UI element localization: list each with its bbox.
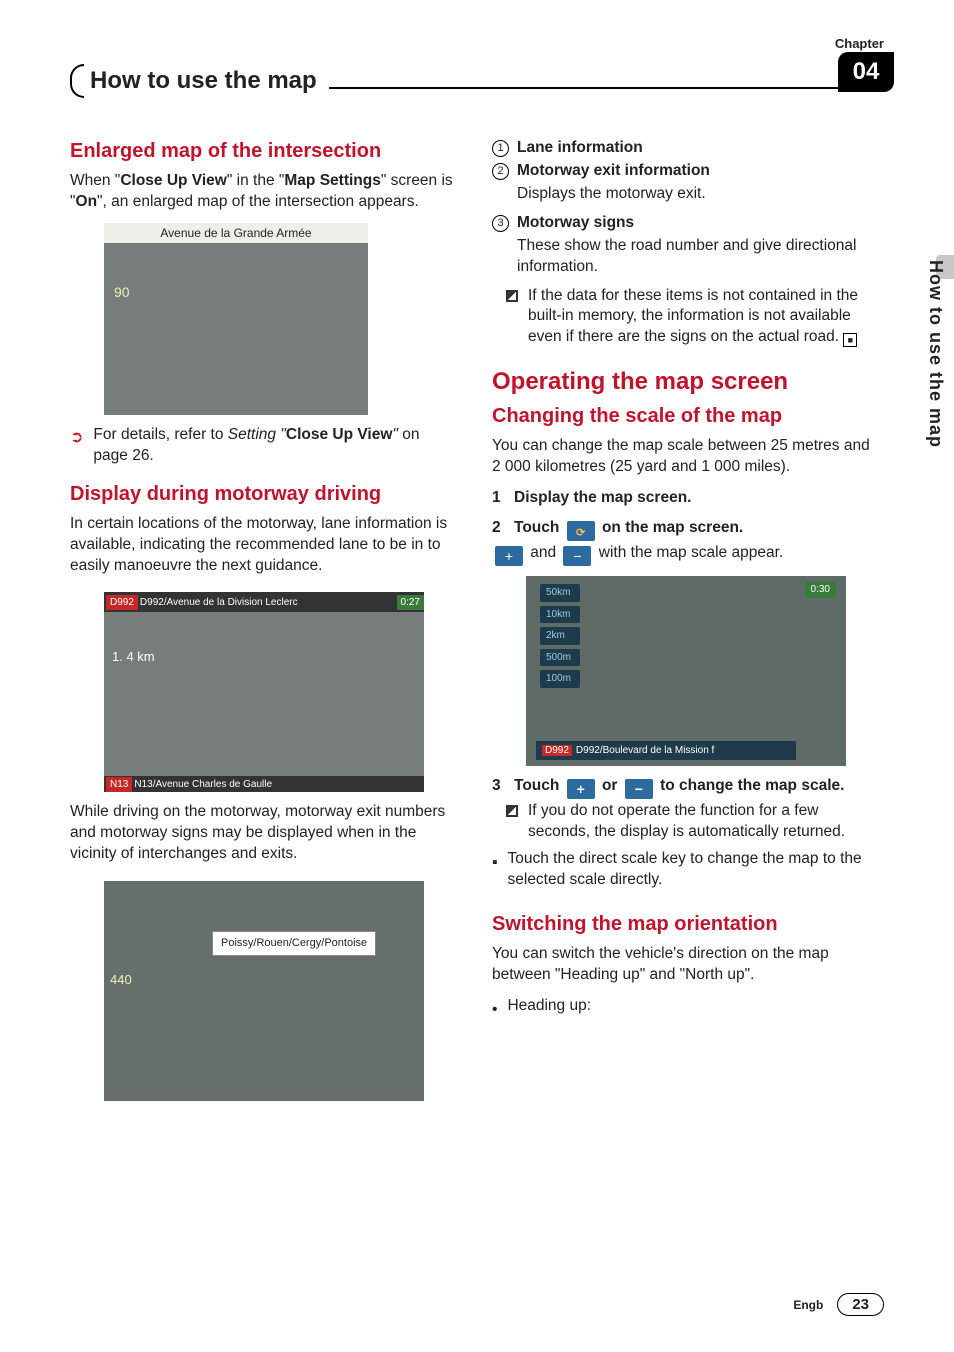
page: Chapter 04 How to use the map How to use… bbox=[0, 0, 954, 1352]
zoom-in-icon bbox=[495, 546, 523, 566]
step-1-text: Display the map screen. bbox=[514, 488, 691, 509]
motorway-map-screenshot-2: Poissy/Rouen/Cergy/Pontoise 440 bbox=[104, 881, 424, 1101]
legend-number-2: 2 bbox=[492, 163, 509, 180]
step-1: 1 Display the map screen. bbox=[492, 488, 878, 509]
zoom-in-icon bbox=[567, 779, 595, 799]
road-badge: D992 bbox=[106, 595, 138, 611]
right-column: 1 Lane information 2 Motorway exit infor… bbox=[492, 138, 878, 1111]
motorway-paragraph-2: While driving on the motorway, motorway … bbox=[70, 802, 456, 865]
page-footer: Engb 23 bbox=[793, 1293, 884, 1316]
step-2-text: Touch on the map screen. bbox=[514, 518, 743, 541]
eta-badge: 0:30 bbox=[805, 582, 836, 598]
motorway-screenshot-2-wrapper: ② ③ Poissy/Rouen/Cergy/Pontoise 440 bbox=[70, 881, 456, 1101]
side-tab-label: How to use the map bbox=[925, 260, 946, 448]
page-number: 23 bbox=[837, 1293, 884, 1316]
note-icon bbox=[506, 290, 518, 302]
motorway-distance: 440 bbox=[110, 971, 132, 989]
header-rule bbox=[329, 87, 884, 89]
motorway-map-screenshot-1: D992 D992/Avenue de la Division Leclerc … bbox=[104, 592, 424, 792]
legend-item-1: 1 Lane information bbox=[492, 138, 878, 159]
bullet-text-1: Touch the direct scale key to change the… bbox=[508, 849, 879, 891]
bullet-icon: ▪ bbox=[492, 853, 498, 891]
note-icon bbox=[506, 805, 518, 817]
section-header: How to use the map bbox=[70, 64, 884, 98]
step-1-number: 1 bbox=[492, 488, 514, 509]
intersection-map-screenshot: Avenue de la Grande Armée 90 bbox=[104, 223, 368, 415]
header-ornament-icon bbox=[70, 64, 84, 98]
changing-scale-paragraph: You can change the map scale between 25 … bbox=[492, 436, 878, 478]
road-name: D992/Avenue de la Division Leclerc bbox=[140, 596, 298, 610]
legend-desc-3: These show the road number and give dire… bbox=[517, 236, 878, 278]
scale-option: 10km bbox=[540, 606, 580, 624]
road-badge-bottom: N13 bbox=[106, 777, 132, 793]
compass-icon bbox=[567, 521, 595, 541]
motorway-screenshot-1-wrapper: ① D992 D992/Avenue de la Division Lecler… bbox=[70, 592, 456, 792]
left-column: Enlarged map of the intersection When "C… bbox=[70, 138, 456, 1111]
legend-label-1: Lane information bbox=[517, 138, 643, 159]
enlarged-map-paragraph: When "Close Up View" in the "Map Setting… bbox=[70, 171, 456, 213]
bullet-heading-up: • Heading up: bbox=[492, 996, 878, 1021]
chapter-label: Chapter bbox=[835, 36, 884, 51]
step-3-number: 3 bbox=[492, 776, 514, 799]
note-text-2: If you do not operate the function for a… bbox=[528, 801, 878, 843]
heading-switching-orientation: Switching the map orientation bbox=[492, 911, 878, 938]
heading-motorway-display: Display during motorway driving bbox=[70, 481, 456, 508]
scale-option: 100m bbox=[540, 670, 580, 688]
turn-distance: 1. 4 km bbox=[112, 648, 155, 666]
zoom-out-icon bbox=[625, 779, 653, 799]
content-columns: Enlarged map of the intersection When "C… bbox=[70, 138, 884, 1111]
legend-label-3: Motorway signs bbox=[517, 213, 634, 234]
legend-number-1: 1 bbox=[492, 140, 509, 157]
map-bottom-bar: D992 D992/Boulevard de la Mission f bbox=[536, 741, 796, 761]
scale-buttons-column: 50km 10km 2km 500m 100m bbox=[540, 584, 580, 688]
language-code: Engb bbox=[793, 1298, 823, 1312]
scale-map-screenshot: 50km 10km 2km 500m 100m 0:30 D992 D992/Bo… bbox=[526, 576, 846, 766]
reference-text: For details, refer to Setting "Close Up … bbox=[93, 425, 456, 467]
heading-enlarged-map: Enlarged map of the intersection bbox=[70, 138, 456, 165]
step-2-number: 2 bbox=[492, 518, 514, 541]
map-street-label: Avenue de la Grande Armée bbox=[104, 223, 368, 243]
cross-reference: ➲ For details, refer to Setting "Close U… bbox=[70, 425, 456, 467]
section-end-icon: ■ bbox=[843, 333, 857, 347]
note-item-1: If the data for these items is not conta… bbox=[506, 286, 878, 349]
zoom-out-icon bbox=[563, 546, 591, 566]
section-title: How to use the map bbox=[84, 67, 323, 95]
step-2: 2 Touch on the map screen. bbox=[492, 518, 878, 541]
map-bottom-bar: N13 N13/Avenue Charles de Gaulle bbox=[104, 776, 424, 792]
motorway-paragraph-1: In certain locations of the motorway, la… bbox=[70, 514, 456, 577]
heading-up-label: Heading up: bbox=[507, 996, 591, 1021]
step-2-sub: and with the map scale appear. bbox=[492, 543, 878, 566]
road-badge: D992 bbox=[542, 745, 572, 756]
scale-option: 2km bbox=[540, 627, 580, 645]
road-name: D992/Boulevard de la Mission f bbox=[576, 745, 714, 756]
legend-item-2: 2 Motorway exit information bbox=[492, 161, 878, 182]
reference-arrow-icon: ➲ bbox=[70, 427, 83, 449]
legend-desc-2: Displays the motorway exit. bbox=[517, 184, 878, 205]
bullet-item-1: ▪ Touch the direct scale key to change t… bbox=[492, 849, 878, 891]
map-distance-label: 90 bbox=[114, 283, 130, 302]
legend-number-3: 3 bbox=[492, 215, 509, 232]
eta-badge: 0:27 bbox=[397, 595, 424, 611]
chapter-number-badge: 04 bbox=[838, 52, 894, 92]
heading-operating: Operating the map screen bbox=[492, 366, 878, 398]
legend-item-3: 3 Motorway signs bbox=[492, 213, 878, 234]
map-top-bar: D992 D992/Avenue de la Division Leclerc … bbox=[104, 592, 424, 612]
note-item-2: If you do not operate the function for a… bbox=[506, 801, 878, 843]
note-text-1: If the data for these items is not conta… bbox=[528, 286, 878, 349]
scale-option: 50km bbox=[540, 584, 580, 602]
scale-option: 500m bbox=[540, 649, 580, 667]
road-name-bottom: N13/Avenue Charles de Gaulle bbox=[134, 778, 272, 792]
heading-changing-scale: Changing the scale of the map bbox=[492, 403, 878, 430]
motorway-sign-text: Poissy/Rouen/Cergy/Pontoise bbox=[212, 931, 376, 956]
bullet-icon: • bbox=[492, 1000, 497, 1021]
switching-paragraph: You can switch the vehicle's direction o… bbox=[492, 944, 878, 986]
legend-label-2: Motorway exit information bbox=[517, 161, 710, 182]
step-3-text: Touch or to change the map scale. bbox=[514, 776, 844, 799]
step-3: 3 Touch or to change the map scale. bbox=[492, 776, 878, 799]
